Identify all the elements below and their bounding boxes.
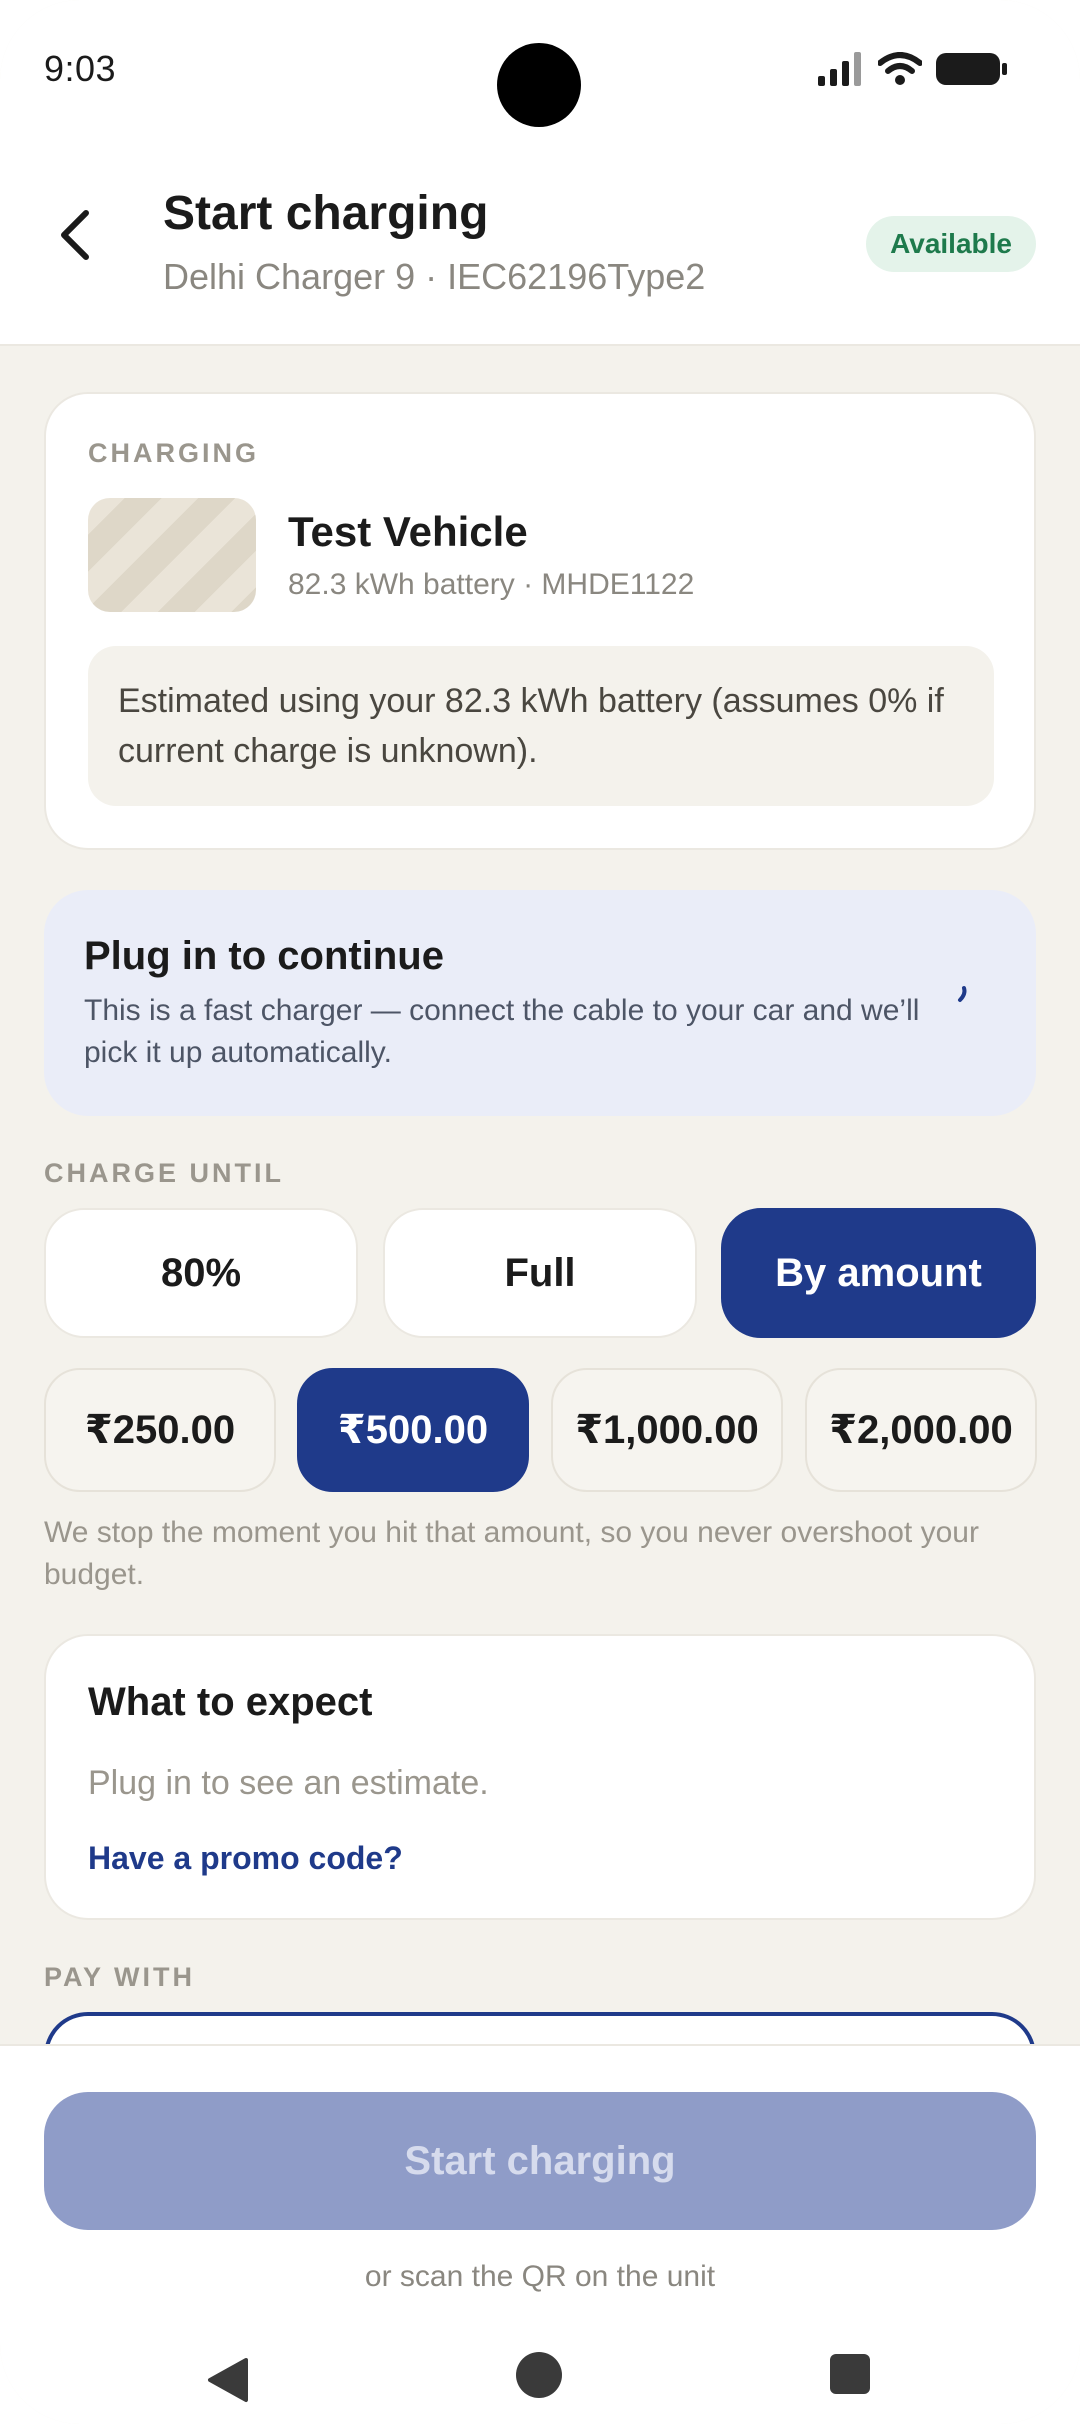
status-icons <box>818 52 1008 86</box>
section-label-charging: CHARGING <box>88 438 259 468</box>
page-title: Start charging <box>163 187 489 240</box>
camera-cutout <box>497 43 581 127</box>
status-badge: Available <box>866 216 1036 272</box>
amount-option-1000[interactable]: ₹1,000.00 <box>551 1368 783 1492</box>
chevron-left-icon <box>61 210 89 260</box>
estimate-note: Estimated using your 82.3 kWh battery (a… <box>88 646 994 806</box>
nav-recents-icon[interactable] <box>830 2354 870 2394</box>
battery-icon <box>936 53 1007 85</box>
amount-option-500[interactable]: ₹500.00 <box>297 1368 529 1492</box>
loading-spinner-icon <box>958 986 967 1002</box>
expect-title: What to expect <box>88 1680 373 1724</box>
nav-home-icon[interactable] <box>516 2352 562 2398</box>
charge-option-by-amount[interactable]: By amount <box>721 1208 1036 1338</box>
plug-in-banner: Plug in to continue This is a fast charg… <box>44 890 1036 1116</box>
system-nav-bar <box>0 2336 1080 2424</box>
qr-hint-text: or scan the QR on the unit <box>364 2260 716 2293</box>
what-to-expect-card: What to expect Plug in to see an estimat… <box>44 1634 1036 1920</box>
vehicle-details: 82.3 kWh battery · MHDE1122 <box>288 568 695 601</box>
signal-icon <box>818 52 861 86</box>
amount-option-2000[interactable]: ₹2,000.00 <box>805 1368 1037 1492</box>
wifi-icon <box>878 52 922 85</box>
top-header: 9:03 Start charging Delhi Charger 9 · IE… <box>0 0 1080 346</box>
bottom-action-bar: Start charging or scan the QR on the uni… <box>0 2044 1080 2424</box>
amount-help-text: We stop the moment you hit that amount, … <box>44 1516 979 1591</box>
plug-in-title: Plug in to continue <box>84 934 444 978</box>
section-label-charge-until: CHARGE UNTIL <box>44 1158 284 1188</box>
vehicle-thumbnail <box>88 498 256 612</box>
promo-code-link[interactable]: Have a promo code? <box>88 1840 403 1877</box>
back-button[interactable] <box>40 200 110 270</box>
charge-option-80[interactable]: 80% <box>44 1208 358 1338</box>
vehicle-card: CHARGING Test Vehicle 82.3 kWh battery ·… <box>44 392 1036 850</box>
nav-back-icon[interactable] <box>206 2356 250 2404</box>
expect-text: Plug in to see an estimate. <box>88 1764 489 1802</box>
section-label-pay-with: PAY WITH <box>44 1962 196 1992</box>
plug-in-text: This is a fast charger — connect the cab… <box>84 994 920 1069</box>
status-time: 9:03 <box>44 48 117 89</box>
vehicle-name: Test Vehicle <box>288 508 528 555</box>
charge-option-full[interactable]: Full <box>383 1208 697 1338</box>
amount-option-250[interactable]: ₹250.00 <box>44 1368 276 1492</box>
app-screen: 9:03 Start charging Delhi Charger 9 · IE… <box>0 0 1080 2424</box>
page-subtitle: Delhi Charger 9 · IEC62196Type2 <box>163 256 706 297</box>
start-charging-button[interactable]: Start charging <box>44 2092 1036 2230</box>
